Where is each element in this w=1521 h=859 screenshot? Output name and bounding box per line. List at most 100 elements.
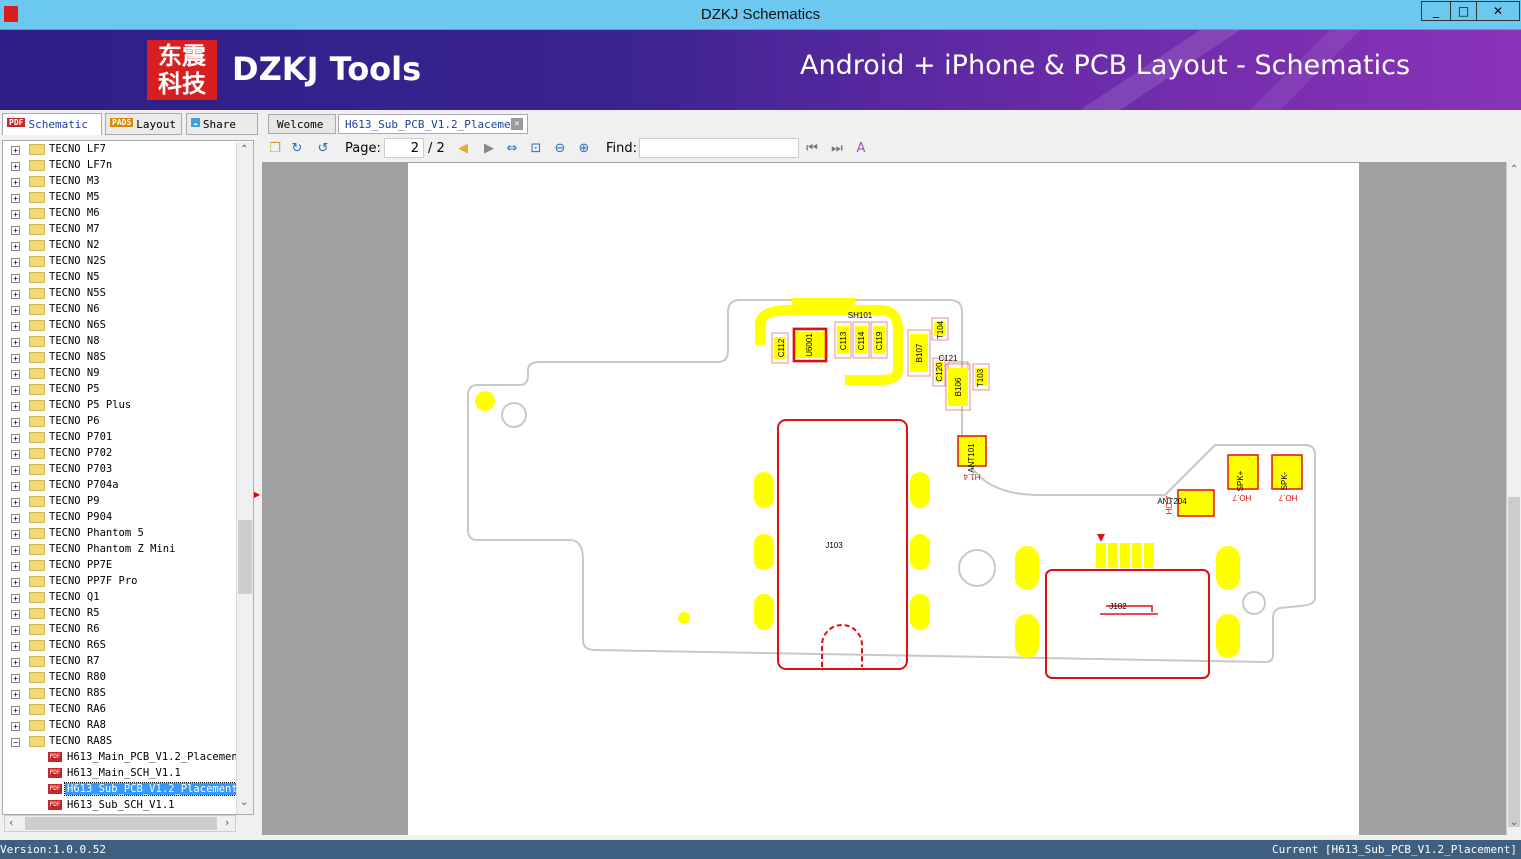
expand-icon[interactable]: + [11,370,20,379]
tree-item[interactable]: + TECNO M3 [3,174,237,190]
tree-item[interactable]: + TECNO P701 [3,430,237,446]
scroll-left-icon[interactable]: ‹ [9,816,13,829]
tree-item[interactable]: + TECNO P5 [3,382,237,398]
close-button[interactable]: ✕ [1476,1,1520,21]
tree-horizontal-scrollbar[interactable]: ‹ › [4,815,236,832]
tree-item[interactable]: + TECNO Phantom 5 [3,526,237,542]
scroll-up-icon[interactable]: ⌃ [240,144,248,155]
tree-item[interactable]: + TECNO R80 [3,670,237,686]
tab-document[interactable]: H613_Sub_PCB_V1.2_Placement ✕ [338,114,528,134]
close-tab-icon[interactable]: ✕ [511,118,523,130]
tree-item[interactable]: + TECNO M7 [3,222,237,238]
expand-icon[interactable]: + [11,674,20,683]
expand-icon[interactable]: + [11,162,20,171]
tree-item[interactable]: + TECNO LF7 [3,142,237,158]
expand-icon[interactable]: + [11,722,20,731]
collapse-panel-icon[interactable]: ▶ [254,490,260,499]
expand-icon[interactable]: + [11,482,20,491]
expand-icon[interactable]: + [11,434,20,443]
tree-item[interactable]: + TECNO N5 [3,270,237,286]
expand-icon[interactable]: + [11,338,20,347]
expand-icon[interactable]: + [11,242,20,251]
tree-item[interactable]: − TECNO RA8S [3,734,237,750]
expand-icon[interactable]: + [11,290,20,299]
tree-item[interactable]: + TECNO RA8 [3,718,237,734]
expand-icon[interactable]: + [11,354,20,363]
tree-item[interactable]: + TECNO R6S [3,638,237,654]
tree-item[interactable]: + TECNO N2 [3,238,237,254]
zoom-in-icon[interactable]: ⊕ [575,140,593,158]
expand-icon[interactable]: + [11,642,20,651]
tree-item[interactable]: + TECNO R8S [3,686,237,702]
tree-item[interactable]: + TECNO N9 [3,366,237,382]
rotate-right-icon[interactable]: ↻ [288,140,306,158]
scroll-thumb[interactable] [25,817,217,830]
expand-icon[interactable]: + [11,210,20,219]
expand-icon[interactable]: + [11,146,20,155]
tree-item[interactable]: + TECNO Q1 [3,590,237,606]
tab-welcome[interactable]: Welcome [268,114,336,134]
next-page-icon[interactable]: ▶ [480,140,498,158]
expand-icon[interactable]: + [11,274,20,283]
tree-item[interactable]: + TECNO LF7n [3,158,237,174]
expand-icon[interactable]: + [11,386,20,395]
maximize-button[interactable]: □ [1450,1,1477,21]
tree-item[interactable]: + TECNO N2S [3,254,237,270]
tree-item[interactable]: + TECNO PP7F Pro [3,574,237,590]
tree-item[interactable]: + TECNO N5S [3,286,237,302]
expand-icon[interactable]: + [11,562,20,571]
find-next-icon[interactable]: ⏭ [828,140,846,158]
tree-item[interactable]: + TECNO Phantom Z Mini [3,542,237,558]
scroll-right-icon[interactable]: › [225,816,229,829]
tree-item[interactable]: + TECNO N8 [3,334,237,350]
scroll-thumb[interactable] [1508,497,1520,827]
tab-share[interactable]: ☁ Share [186,113,258,135]
expand-icon[interactable]: + [11,546,20,555]
expand-icon[interactable]: + [11,578,20,587]
expand-icon[interactable]: + [11,514,20,523]
tree-item[interactable]: + TECNO P702 [3,446,237,462]
tree-item[interactable]: + TECNO P5 Plus [3,398,237,414]
copy-icon[interactable]: ❐ [266,140,284,158]
tab-schematic[interactable]: PDF Schematic [2,113,102,135]
expand-icon[interactable]: + [11,450,20,459]
expand-icon[interactable]: + [11,626,20,635]
fit-width-icon[interactable]: ⇔ [503,140,521,158]
tree-item[interactable]: + TECNO N6S [3,318,237,334]
scroll-down-icon[interactable]: ⌄ [1510,817,1518,828]
minimize-button[interactable]: _ [1421,1,1451,21]
tree-item[interactable]: + TECNO P704a [3,478,237,494]
tree-item[interactable]: + TECNO N6 [3,302,237,318]
highlight-text-icon[interactable]: A [852,140,870,158]
expand-icon[interactable]: + [11,418,20,427]
tree-item[interactable]: + TECNO PP7E [3,558,237,574]
previous-page-icon[interactable]: ◀ [454,140,472,158]
expand-icon[interactable]: + [11,706,20,715]
scroll-up-icon[interactable]: ⌃ [1510,164,1518,175]
tree-vertical-scrollbar[interactable]: ⌃ ⌄ [236,142,253,814]
expand-icon[interactable]: + [11,194,20,203]
expand-icon[interactable]: + [11,498,20,507]
tree-item[interactable]: + TECNO N8S [3,350,237,366]
expand-icon[interactable]: + [11,306,20,315]
tab-layout[interactable]: PADS Layout [105,113,182,135]
tree-item[interactable]: + TECNO P6 [3,414,237,430]
rotate-left-icon[interactable]: ↺ [314,140,332,158]
tree-item[interactable]: + TECNO M6 [3,206,237,222]
tree-item[interactable]: + TECNO P9 [3,494,237,510]
page-input[interactable]: 2 [384,138,424,158]
tree-item[interactable]: + TECNO M5 [3,190,237,206]
collapse-icon[interactable]: − [11,738,20,747]
tree-item[interactable]: + TECNO P904 [3,510,237,526]
find-input[interactable] [639,138,799,158]
tree-item[interactable]: + TECNO RA6 [3,702,237,718]
tree-item[interactable]: + TECNO R6 [3,622,237,638]
scroll-thumb[interactable] [238,520,252,594]
expand-icon[interactable]: + [11,530,20,539]
expand-icon[interactable]: + [11,466,20,475]
expand-icon[interactable]: + [11,178,20,187]
scroll-down-icon[interactable]: ⌄ [240,797,248,808]
expand-icon[interactable]: + [11,610,20,619]
expand-icon[interactable]: + [11,658,20,667]
viewer-scrollbar[interactable]: ⌃ ⌄ [1506,162,1521,835]
